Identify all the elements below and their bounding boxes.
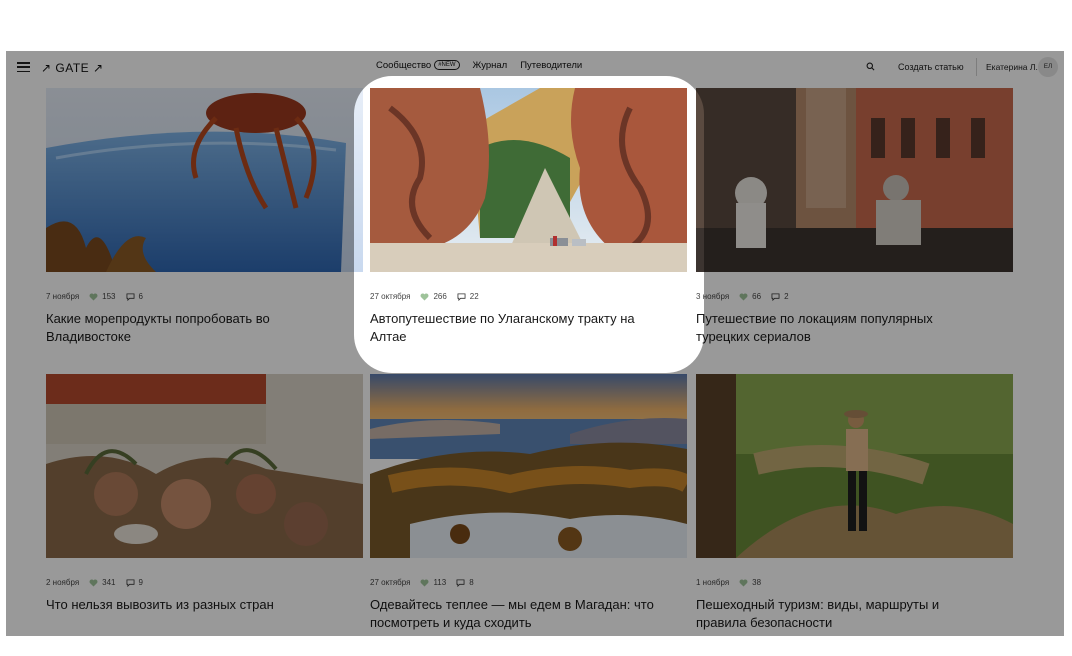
avatar[interactable]: ЕЛ <box>1038 57 1058 77</box>
card-date: 2 ноября <box>46 578 80 587</box>
card-date: 3 ноября <box>696 292 730 301</box>
heart-icon[interactable] <box>89 293 98 301</box>
article-card-featured[interactable]: 27 октября 266 22 Автопутешествие по Ула… <box>370 88 687 346</box>
card-meta: 3 ноября 66 2 <box>696 291 1013 302</box>
card-title[interactable]: Что нельзя вывозить из разных стран <box>46 596 336 614</box>
card-image-crab[interactable] <box>46 88 363 272</box>
card-date: 27 октября <box>370 292 411 301</box>
card-comments: 9 <box>138 578 143 587</box>
card-image-hiker[interactable] <box>696 374 1013 558</box>
heart-icon[interactable] <box>89 579 98 587</box>
heart-icon[interactable] <box>420 579 429 587</box>
card-meta: 2 ноября 341 9 <box>46 577 363 588</box>
card-likes: 113 <box>433 578 447 587</box>
card-title[interactable]: Какие морепродукты попробовать во Владив… <box>46 310 336 346</box>
article-card[interactable]: 1 ноября 38 Пешеходный туризм: виды, мар… <box>696 374 1013 632</box>
card-image-canyon[interactable] <box>370 88 687 272</box>
comment-icon[interactable] <box>456 578 465 587</box>
card-date: 27 октября <box>370 578 411 587</box>
nav-journal[interactable]: Журнал <box>473 60 508 71</box>
nav-community[interactable]: Сообщество #NEW <box>376 60 460 71</box>
nav-guides[interactable]: Путеводители <box>520 60 582 71</box>
heart-icon[interactable] <box>420 293 429 301</box>
card-date: 1 ноября <box>696 578 730 587</box>
hamburger-menu-icon[interactable] <box>17 62 30 73</box>
new-badge: #NEW <box>434 60 460 71</box>
card-likes: 38 <box>752 578 762 587</box>
card-likes: 266 <box>433 292 447 301</box>
heart-icon[interactable] <box>739 293 748 301</box>
search-icon[interactable] <box>866 62 875 71</box>
comment-icon[interactable] <box>126 578 135 587</box>
card-title[interactable]: Автопутешествие по Улаганскому тракту на… <box>370 310 660 346</box>
article-card[interactable]: 2 ноября 341 9 Что нельзя вывозить из ра… <box>46 374 363 614</box>
card-comments: 2 <box>784 292 789 301</box>
card-meta: 1 ноября 38 <box>696 577 1013 588</box>
card-title[interactable]: Пешеходный туризм: виды, маршруты и прав… <box>696 596 986 632</box>
card-image-flowers[interactable] <box>46 374 363 558</box>
card-likes: 341 <box>102 578 116 587</box>
card-comments: 8 <box>469 578 474 587</box>
card-title[interactable]: Одевайтесь теплее — мы едем в Магадан: ч… <box>370 596 660 632</box>
card-meta: 27 октября 266 22 <box>370 291 687 302</box>
comment-icon[interactable] <box>771 292 780 301</box>
article-card[interactable]: 7 ноября 153 6 Какие морепродукты попроб… <box>46 88 363 346</box>
card-comments: 22 <box>469 292 479 301</box>
top-header: ↗ GATE ↗ Сообщество #NEW Журнал Путеводит… <box>6 51 1064 85</box>
card-likes: 153 <box>102 292 116 301</box>
comment-icon[interactable] <box>126 292 135 301</box>
screenshot-frame: ↗ GATE ↗ Сообщество #NEW Журнал Путеводит… <box>6 51 1064 636</box>
card-meta: 7 ноября 153 6 <box>46 291 363 302</box>
card-likes: 66 <box>752 292 762 301</box>
article-card[interactable]: 27 октября 113 8 Одевайтесь теплее — мы … <box>370 374 687 632</box>
card-title[interactable]: Путешествие по локациям популярных турец… <box>696 310 986 346</box>
card-meta: 27 октября 113 8 <box>370 577 687 588</box>
nav-community-label: Сообщество <box>376 60 432 71</box>
article-card[interactable]: 3 ноября 66 2 Путешествие по локациям по… <box>696 88 1013 346</box>
user-name[interactable]: Екатерина Л. <box>986 62 1038 72</box>
comment-icon[interactable] <box>457 292 466 301</box>
card-image-magadan[interactable] <box>370 374 687 558</box>
gate-logo[interactable]: ↗ GATE ↗ <box>41 61 104 75</box>
card-date: 7 ноября <box>46 292 80 301</box>
main-nav: Сообщество #NEW Журнал Путеводители <box>376 60 595 71</box>
header-divider <box>976 58 977 76</box>
create-article-button[interactable]: Создать статью <box>898 62 964 72</box>
card-image-istanbul[interactable] <box>696 88 1013 272</box>
heart-icon[interactable] <box>739 579 748 587</box>
card-comments: 6 <box>138 292 143 301</box>
